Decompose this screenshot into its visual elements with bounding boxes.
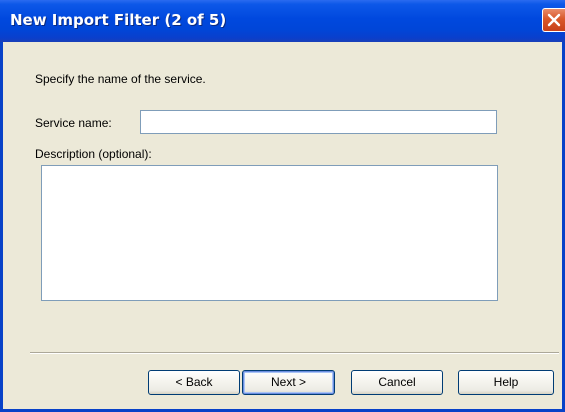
service-name-input[interactable] — [140, 110, 497, 134]
back-button[interactable]: < Back — [148, 370, 240, 395]
new-import-filter-dialog: New Import Filter (2 of 5) Specify the n… — [0, 0, 565, 412]
instruction-text: Specify the name of the service. — [35, 72, 206, 86]
close-button[interactable] — [542, 8, 565, 32]
help-button[interactable]: Help — [458, 370, 554, 395]
cancel-button[interactable]: Cancel — [351, 370, 443, 395]
close-icon — [547, 13, 561, 27]
title-bar[interactable]: New Import Filter (2 of 5) — [0, 0, 565, 42]
button-separator — [30, 352, 559, 354]
window-title: New Import Filter (2 of 5) — [10, 11, 227, 29]
service-name-label: Service name: — [35, 116, 112, 130]
description-textarea[interactable] — [41, 165, 498, 301]
description-label: Description (optional): — [35, 147, 152, 161]
next-button[interactable]: Next > — [242, 370, 335, 395]
